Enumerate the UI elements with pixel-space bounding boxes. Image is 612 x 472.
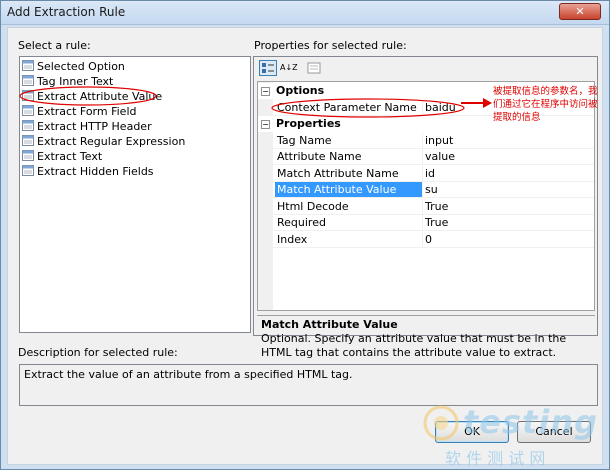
close-button[interactable]: ✕ — [559, 3, 601, 20]
property-value[interactable]: id — [423, 166, 435, 182]
rule-description-text: Extract the value of an attribute from a… — [24, 368, 353, 381]
rule-icon — [22, 60, 34, 71]
property-name: Attribute Name — [275, 149, 423, 164]
alphabetical-sort-icon: A↓Z — [280, 63, 298, 72]
property-value[interactable]: input — [423, 133, 453, 149]
highlight-ellipse-rule — [19, 86, 157, 106]
title-bar[interactable]: Add Extraction Rule ✕ — [1, 1, 609, 25]
property-row-required[interactable]: Required True — [273, 215, 594, 231]
categorized-view-icon — [262, 63, 274, 73]
property-value[interactable]: True — [423, 215, 448, 231]
help-text: Optional. Specify an attribute value tha… — [261, 332, 567, 359]
rule-label: Extract Text — [37, 150, 103, 163]
rule-icon — [22, 120, 34, 131]
window-title: Add Extraction Rule — [7, 5, 126, 19]
property-name: Required — [275, 215, 423, 230]
property-value[interactable]: 0 — [423, 232, 432, 248]
rule-label: Extract HTTP Header — [37, 120, 152, 133]
property-row-index[interactable]: Index 0 — [273, 232, 594, 248]
alphabetical-sort-button[interactable]: A↓Z — [279, 60, 298, 76]
select-rule-label: Select a rule: — [18, 39, 91, 52]
property-name: Tag Name — [275, 133, 423, 148]
rule-item-extract-http-header[interactable]: Extract HTTP Header — [22, 119, 152, 134]
rule-item-extract-hidden-fields[interactable]: Extract Hidden Fields — [22, 164, 154, 179]
annotation-note: 被提取信息的参数名，我们通过它在程序中访问被提取的信息 — [493, 86, 598, 123]
property-row-attribute-name[interactable]: Attribute Name value — [273, 149, 594, 165]
rule-icon — [22, 165, 34, 176]
rule-label: Extract Regular Expression — [37, 135, 186, 148]
rule-item-selected-option[interactable]: Selected Option — [22, 59, 125, 74]
highlight-ellipse-parameter — [271, 98, 465, 118]
rule-list[interactable]: Selected Option Tag Inner Text Extract A… — [19, 56, 251, 333]
category-label: Options — [276, 84, 325, 97]
rule-label: Extract Hidden Fields — [37, 165, 154, 178]
property-row-tag-name[interactable]: Tag Name input — [273, 133, 594, 149]
property-row-match-attribute-value[interactable]: Match Attribute Value su — [273, 182, 594, 198]
property-row-match-attribute-name[interactable]: Match Attribute Name id — [273, 166, 594, 182]
watermark-logo-icon — [423, 405, 459, 441]
help-title: Match Attribute Value — [261, 318, 398, 331]
rule-item-extract-regular-expression[interactable]: Extract Regular Expression — [22, 134, 185, 149]
description-label: Description for selected rule: — [18, 346, 178, 359]
property-pages-icon — [307, 62, 321, 74]
property-pages-button[interactable] — [305, 60, 323, 76]
property-name: Html Decode — [275, 199, 423, 214]
property-name: Match Attribute Value — [275, 182, 423, 197]
collapse-icon[interactable]: − — [261, 87, 270, 96]
rule-description-box: Extract the value of an attribute from a… — [19, 364, 598, 406]
watermark: testing 软 件 测 试 网 — [419, 401, 599, 471]
property-value[interactable]: su — [423, 182, 438, 198]
property-name: Index — [275, 232, 423, 247]
rule-icon — [22, 150, 34, 161]
property-help-box: Match Attribute Value Optional. Specify … — [257, 315, 595, 361]
close-icon: ✕ — [575, 5, 585, 18]
rule-item-extract-text[interactable]: Extract Text — [22, 149, 102, 164]
collapse-icon[interactable]: − — [261, 120, 270, 129]
property-value[interactable]: True — [423, 199, 448, 215]
annotation-arrow-icon — [461, 98, 492, 108]
watermark-caption: 软 件 测 试 网 — [445, 449, 546, 468]
rule-icon — [22, 135, 34, 146]
dialog-window: Add Extraction Rule ✕ Select a rule: Sel… — [0, 0, 610, 470]
property-value[interactable]: value — [423, 149, 455, 165]
properties-label: Properties for selected rule: — [254, 39, 407, 52]
rule-label: Selected Option — [37, 60, 125, 73]
watermark-logo-text: testing — [463, 403, 598, 441]
property-name: Match Attribute Name — [275, 166, 423, 181]
categorized-view-button[interactable] — [259, 60, 277, 76]
property-row-html-decode[interactable]: Html Decode True — [273, 199, 594, 215]
